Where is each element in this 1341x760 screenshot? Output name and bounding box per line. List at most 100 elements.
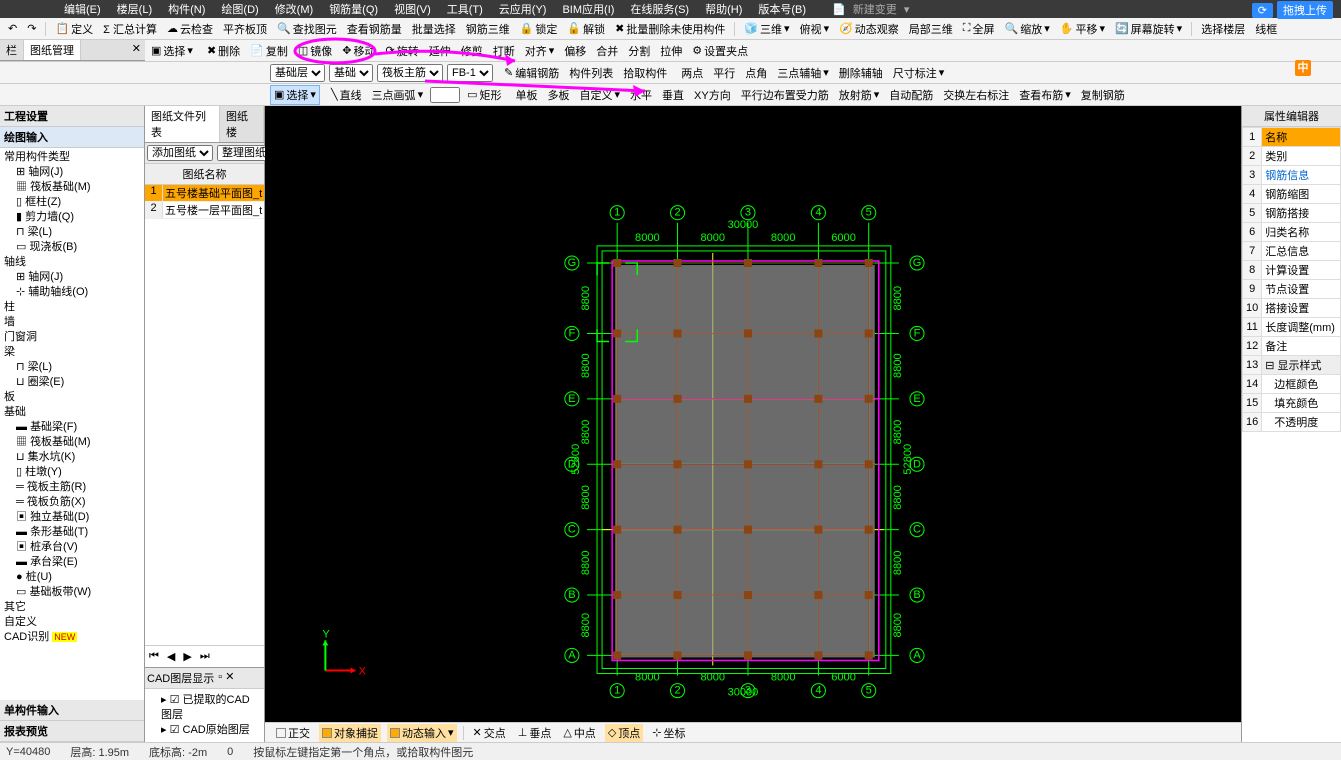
dimension-button[interactable]: 尺寸标注 ▾ [890, 64, 948, 82]
cad-raw-layer[interactable]: ▸ ☑ CAD原始图层 [149, 723, 260, 738]
drawing-panel-tab[interactable]: 图纸管理 [24, 40, 81, 60]
ortho-toggle[interactable]: 正交 [273, 724, 313, 742]
upload-button[interactable]: 拖拽上传 [1277, 1, 1333, 19]
rotate-button[interactable]: ⟳ 旋转 [382, 42, 421, 60]
menu-modify[interactable]: 修改(M) [271, 1, 318, 17]
undo-button[interactable]: ↶ [5, 21, 20, 36]
component-type-select[interactable]: 筏板主筋 [377, 64, 443, 82]
tree-item-axis[interactable]: ⊞ 轴网(J) [2, 165, 142, 180]
swap-label-button[interactable]: 交换左右标注 [940, 86, 1012, 104]
find-element-button[interactable]: 🔍 查找图元 [274, 20, 340, 38]
horizontal-button[interactable]: 水平 [627, 86, 655, 104]
cloud-sync-icon[interactable]: ⟳ [1252, 3, 1273, 18]
extend-button[interactable]: 延伸 [426, 42, 454, 60]
tree-item-slab[interactable]: ▭ 现浇板(B) [2, 240, 142, 255]
tree-cat-column[interactable]: 柱 [2, 300, 142, 315]
tree-item-found-strip[interactable]: ▭ 基础板带(W) [2, 585, 142, 600]
prop-row[interactable]: 13⊟ 显示样式 [1243, 356, 1341, 375]
tree-item-raft[interactable]: ▦ 筏板基础(M) [2, 180, 142, 195]
arc-button[interactable]: 三点画弧 ▾ [369, 86, 427, 104]
xy-direction-button[interactable]: XY方向 [691, 86, 734, 104]
vertical-button[interactable]: 垂直 [659, 86, 687, 104]
grip-settings-button[interactable]: ⚙ 设置夹点 [689, 42, 751, 60]
tree-item-raft2[interactable]: ▦ 筏板基础(M) [2, 435, 142, 450]
pan-button[interactable]: ✋ 平移 ▾ [1057, 20, 1108, 38]
select-floor-button[interactable]: 选择楼层 [1198, 20, 1248, 38]
tree-item-pile-cap[interactable]: ▣ 桩承台(V) [2, 540, 142, 555]
copy-rebar-button[interactable]: 复制钢筋 [1078, 86, 1128, 104]
drawing-canvas[interactable]: 8000 8000 8000 6000 30000 8000 8000 8000… [265, 106, 1241, 742]
merge-button[interactable]: 合并 [593, 42, 621, 60]
menu-draw[interactable]: 绘图(D) [217, 1, 262, 17]
select-tool-button[interactable]: ▣ 选择 ▾ [148, 42, 196, 60]
move-button[interactable]: ✥ 移动 [339, 42, 378, 60]
redo-button[interactable]: ↷ [24, 21, 39, 36]
new-change-button[interactable]: 📄 新建变更 ▾ [828, 1, 913, 17]
component-name-select[interactable]: FB-1 [447, 64, 493, 82]
rotate-screen-button[interactable]: 🔄 屏幕旋转 ▾ [1112, 20, 1185, 38]
zoom-button[interactable]: 🔍 缩放 ▾ [1002, 20, 1053, 38]
three-point-aux-button[interactable]: 三点辅轴 ▾ [774, 64, 832, 82]
batch-select-button[interactable]: 批量选择 [409, 20, 459, 38]
tree-cat-custom[interactable]: 自定义 [2, 615, 142, 630]
perpendicular-snap[interactable]: ⊥ 垂点 [515, 724, 555, 742]
coord-snap[interactable]: ⊹ 坐标 [649, 724, 688, 742]
parallel-button[interactable]: 平行 [710, 64, 738, 82]
cloud-check-button[interactable]: ☁ 云检查 [164, 20, 216, 38]
batch-delete-button[interactable]: ✖ 批量删除未使用构件 [612, 20, 728, 38]
tree-item-beam2[interactable]: ⊓ 梁(L) [2, 360, 142, 375]
list-first-icon[interactable]: ⏮ [149, 650, 159, 663]
draw-input-tab[interactable]: 绘图输入 [0, 127, 144, 148]
stretch-button[interactable]: 拉伸 [657, 42, 685, 60]
align-button[interactable]: 对齐 ▾ [522, 42, 558, 60]
tree-item-aux-axis[interactable]: ⊹ 辅助轴线(O) [2, 285, 142, 300]
tree-cat-slab[interactable]: 板 [2, 390, 142, 405]
menu-rebar[interactable]: 钢筋量(Q) [325, 1, 382, 17]
tree-item-found-beam[interactable]: ▬ 基础梁(F) [2, 420, 142, 435]
define-button[interactable]: 📋 定义 [52, 20, 96, 38]
rebar-3d-button[interactable]: 钢筋三维 [463, 20, 513, 38]
tree-cat-beam[interactable]: 梁 [2, 345, 142, 360]
offset-button[interactable]: 偏移 [561, 42, 589, 60]
tree-cat-wall[interactable]: 墙 [2, 315, 142, 330]
tree-item-shearwall[interactable]: ▮ 剪力墙(Q) [2, 210, 142, 225]
flush-top-button[interactable]: 平齐板顶 [220, 20, 270, 38]
tree-item-axis2[interactable]: ⊞ 轴网(J) [2, 270, 142, 285]
lock-button[interactable]: 🔒 锁定 [517, 20, 561, 38]
two-point-button[interactable]: 两点 [678, 64, 706, 82]
tree-cat-opening[interactable]: 门窗洞 [2, 330, 142, 345]
tree-item-pier[interactable]: ▯ 柱墩(Y) [2, 465, 142, 480]
prop-row[interactable]: 15填充颜色 [1243, 394, 1341, 413]
menu-bim[interactable]: BIM应用(I) [558, 1, 618, 17]
report-preview-tab[interactable]: 报表预览 [0, 721, 144, 742]
prop-row[interactable]: 9节点设置 [1243, 280, 1341, 299]
fullscreen-button[interactable]: ⛶ 全屏 [960, 20, 998, 38]
view-rebar-button[interactable]: 查看钢筋量 [344, 20, 405, 38]
prop-row[interactable]: 7汇总信息 [1243, 242, 1341, 261]
menu-tool[interactable]: 工具(T) [443, 1, 487, 17]
floor-select[interactable]: 基础层 [270, 64, 325, 82]
tree-item-ringbeam[interactable]: ⊔ 圈梁(E) [2, 375, 142, 390]
tree-item-raft-neg[interactable]: ═ 筏板负筋(X) [2, 495, 142, 510]
drawing-floor-tab[interactable]: 图纸楼 [220, 106, 264, 142]
select-mode-button[interactable]: ▣ 选择 ▾ [270, 85, 320, 105]
trim-button[interactable]: 修剪 [458, 42, 486, 60]
prop-row[interactable]: 5钢筋搭接 [1243, 204, 1341, 223]
view-layout-button[interactable]: 查看布筋 ▾ [1016, 86, 1074, 104]
tree-item-cap-beam[interactable]: ▬ 承台梁(E) [2, 555, 142, 570]
radial-rebar-button[interactable]: 放射筋 ▾ [836, 86, 883, 104]
add-drawing-select[interactable]: 添加图纸 [147, 145, 213, 161]
3d-button[interactable]: 🧊 三维 ▾ [741, 20, 792, 38]
menu-component[interactable]: 构件(N) [164, 1, 209, 17]
tree-cat-axis[interactable]: 轴线 [2, 255, 142, 270]
menu-online[interactable]: 在线服务(S) [626, 1, 693, 17]
menu-cloud[interactable]: 云应用(Y) [495, 1, 551, 17]
tree-item-framecol[interactable]: ▯ 框柱(Z) [2, 195, 142, 210]
wireframe-button[interactable]: 线框 [1252, 20, 1280, 38]
unlock-button[interactable]: 🔓 解锁 [564, 20, 608, 38]
edit-rebar-button[interactable]: ✎ 编辑钢筋 [501, 64, 562, 82]
prop-row[interactable]: 2类别 [1243, 147, 1341, 166]
split-button[interactable]: 分割 [625, 42, 653, 60]
pick-component-button[interactable]: 拾取构件 [620, 64, 670, 82]
intersection-snap[interactable]: ✕ 交点 [470, 724, 509, 742]
